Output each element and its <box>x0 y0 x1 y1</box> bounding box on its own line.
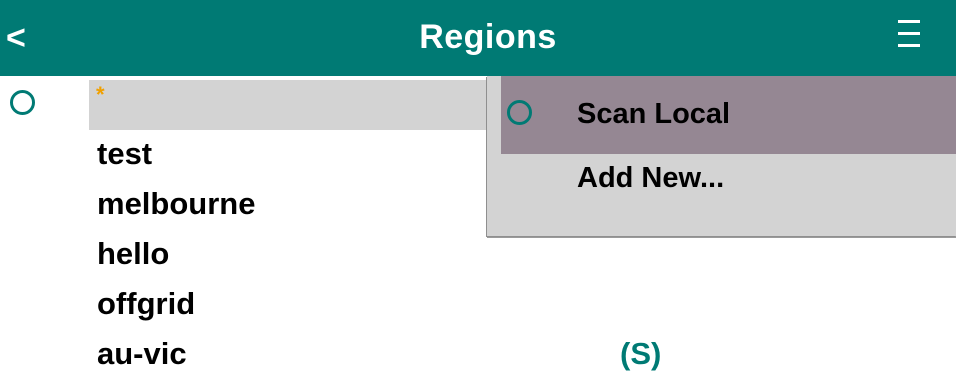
overflow-menu: Scan Local Add New... <box>487 76 956 236</box>
list-item-melbourne[interactable]: melbourne <box>97 185 255 223</box>
menu-icon-bar <box>898 32 920 35</box>
menu-item-label: Add New... <box>577 162 725 194</box>
radio-circle-icon <box>507 100 532 125</box>
menu-icon-bar <box>898 20 920 23</box>
menu-item-add-new[interactable]: Add New... <box>501 154 956 214</box>
region-radio-icon[interactable] <box>10 90 35 115</box>
region-status-flag: (S) <box>620 336 662 371</box>
list-item-au-vic[interactable]: au-vic <box>97 335 187 373</box>
page-title: Regions <box>419 18 557 56</box>
list-item-hello[interactable]: hello <box>97 235 169 273</box>
list-item-offgrid[interactable]: offgrid <box>97 285 195 323</box>
list-item-selected[interactable] <box>89 80 509 130</box>
header-bar: < Regions <box>0 0 956 76</box>
menu-icon-bar <box>898 44 920 47</box>
menu-item-scan-local[interactable]: Scan Local <box>501 76 956 154</box>
menu-item-label: Scan Local <box>577 98 731 130</box>
hamburger-menu-icon[interactable] <box>894 14 934 58</box>
selected-region-marker: * <box>96 82 105 107</box>
list-item-test[interactable]: test <box>97 135 152 173</box>
